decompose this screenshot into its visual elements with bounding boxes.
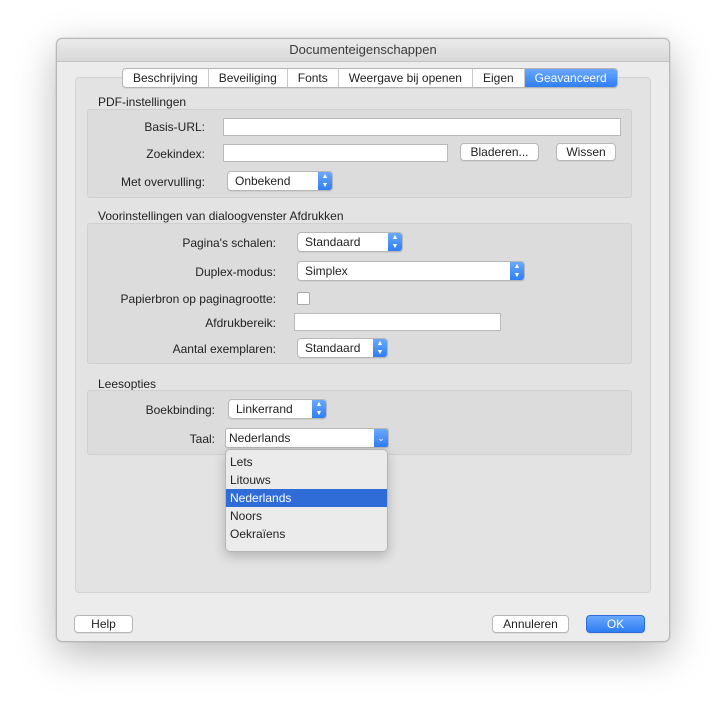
binding-label: Boekbinding:: [145, 403, 215, 417]
language-option[interactable]: Noors: [226, 507, 387, 525]
copies-value: Standaard: [305, 341, 361, 355]
tab-eigen[interactable]: Eigen: [473, 69, 525, 87]
language-option[interactable]: Oekraïens: [226, 525, 387, 543]
trapping-value: Onbekend: [235, 174, 291, 188]
tab-weergave-bij-openen[interactable]: Weergave bij openen: [339, 69, 473, 87]
stepper-updown-icon: ▲ ▼: [388, 233, 402, 251]
duplex-popup[interactable]: Simplex ▲ ▼: [297, 261, 525, 281]
document-properties-dialog: Documenteigenschappen Beschrijving Bevei…: [56, 38, 670, 642]
tab-beschrijving[interactable]: Beschrijving: [123, 69, 209, 87]
binding-value: Linkerrand: [236, 402, 293, 416]
stepper-updown-icon: ▲ ▼: [373, 339, 387, 357]
trapping-label: Met overvulling:: [120, 175, 205, 189]
print-range-field[interactable]: [294, 313, 501, 331]
search-index-field[interactable]: [223, 144, 448, 162]
pdf-settings-title: PDF-instellingen: [98, 95, 187, 109]
base-url-label: Basis-URL:: [144, 120, 205, 134]
duplex-label: Duplex-modus:: [195, 265, 276, 279]
stepper-updown-icon: ▲ ▼: [510, 262, 524, 280]
trapping-popup[interactable]: Onbekend ▲ ▼: [227, 171, 333, 191]
scaling-label: Pagina's schalen:: [182, 236, 276, 250]
language-combobox[interactable]: Nederlands ⌄: [225, 428, 389, 448]
base-url-field[interactable]: [223, 118, 621, 136]
language-dropdown-list: Lets Litouws Nederlands Noors Oekraïens: [225, 449, 388, 552]
stepper-updown-icon: ▲ ▼: [312, 400, 326, 418]
language-label: Taal:: [189, 432, 215, 446]
ok-button[interactable]: OK: [586, 615, 645, 633]
copies-label: Aantal exemplaren:: [172, 342, 276, 356]
browse-button[interactable]: Bladeren...: [460, 143, 539, 161]
language-value: Nederlands: [229, 431, 291, 445]
search-index-label: Zoekindex:: [146, 147, 205, 161]
cancel-button[interactable]: Annuleren: [492, 615, 569, 633]
reading-options-title: Leesopties: [98, 377, 157, 391]
copies-popup[interactable]: Standaard ▲ ▼: [297, 338, 388, 358]
chevron-down-icon[interactable]: ⌄: [374, 429, 388, 447]
scaling-value: Standaard: [305, 235, 361, 249]
binding-popup[interactable]: Linkerrand ▲ ▼: [228, 399, 327, 419]
tab-beveiliging[interactable]: Beveiliging: [209, 69, 288, 87]
duplex-value: Simplex: [305, 264, 348, 278]
print-presets-title: Voorinstellingen van dialoogvenster Afdr…: [98, 209, 344, 223]
paper-source-checkbox[interactable]: [297, 292, 310, 305]
tab-fonts[interactable]: Fonts: [288, 69, 339, 87]
help-button[interactable]: Help: [74, 615, 133, 633]
language-option[interactable]: Litouws: [226, 471, 387, 489]
tab-geavanceerd[interactable]: Geavanceerd: [524, 69, 617, 87]
stepper-updown-icon: ▲ ▼: [318, 172, 332, 190]
scaling-popup[interactable]: Standaard ▲ ▼: [297, 232, 403, 252]
print-range-label: Afdrukbereik:: [205, 316, 276, 330]
tab-bar: Beschrijving Beveiliging Fonts Weergave …: [122, 68, 618, 88]
window-title: Documenteigenschappen: [57, 39, 669, 62]
paper-source-label: Papierbron op paginagrootte:: [120, 292, 276, 306]
clear-button[interactable]: Wissen: [556, 143, 616, 161]
language-option-selected[interactable]: Nederlands: [226, 489, 387, 507]
language-option[interactable]: Lets: [226, 453, 387, 471]
